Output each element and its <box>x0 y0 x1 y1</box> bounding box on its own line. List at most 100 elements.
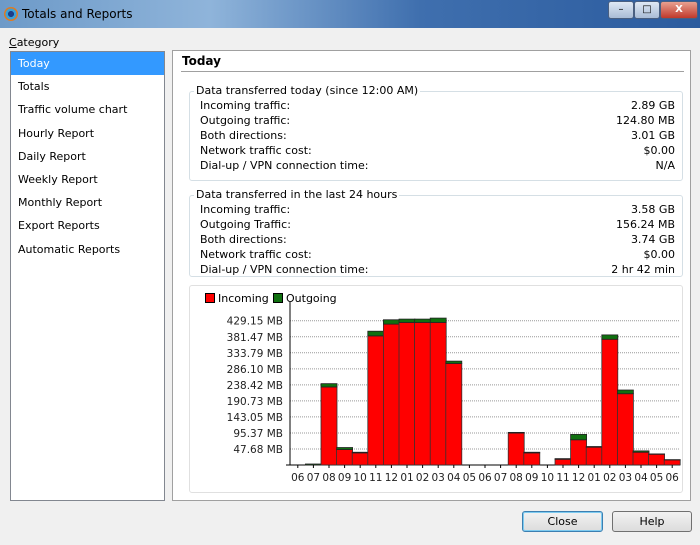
bar-outgoing <box>382 319 400 325</box>
bar-outgoing <box>320 383 338 388</box>
page-title: Today <box>182 54 221 68</box>
stat-value: 3.01 GB <box>630 129 675 142</box>
x-tick-label: 07 <box>494 472 507 484</box>
help-button[interactable]: Help <box>612 511 692 532</box>
sidebar-item-traffic-volume-chart[interactable]: Traffic volume chart <box>11 98 164 121</box>
bar-incoming <box>382 323 400 466</box>
x-tick-label: 03 <box>432 472 445 484</box>
category-list[interactable]: Today Totals Traffic volume chart Hourly Re… <box>10 51 165 501</box>
x-tick-label: 12 <box>385 472 398 484</box>
stat-value: $0.00 <box>643 248 676 261</box>
bar-outgoing <box>414 318 432 323</box>
x-tick-label: 09 <box>525 472 538 484</box>
bar-incoming <box>445 363 463 466</box>
x-tick-label: 02 <box>603 472 616 484</box>
bar-outgoing <box>523 451 541 454</box>
bar-outgoing <box>616 389 634 395</box>
sidebar-item-today[interactable]: Today <box>11 52 164 76</box>
stat-label: Network traffic cost: <box>200 248 312 261</box>
stat-value: N/A <box>655 159 675 172</box>
stat-label: Dial-up / VPN connection time: <box>200 159 369 172</box>
stat-row: Both directions: 3.01 GB <box>200 129 675 144</box>
stat-value: 3.58 GB <box>630 203 675 216</box>
stat-value: 2 hr 42 min <box>611 263 675 276</box>
last24-group-title: Data transferred in the last 24 hours <box>194 188 400 201</box>
x-tick-label: 08 <box>510 472 523 484</box>
bar-outgoing <box>632 450 650 453</box>
stat-row: Dial-up / VPN connection time: N/A <box>200 159 675 174</box>
bar-incoming <box>336 449 354 466</box>
category-label-text: ategory <box>16 36 60 49</box>
close-button[interactable]: Close <box>522 511 603 532</box>
sidebar-item-totals[interactable]: Totals <box>11 75 164 98</box>
bar-outgoing <box>507 431 525 434</box>
y-tick-label: 47.68 MB <box>233 444 283 456</box>
bar-incoming <box>367 335 385 466</box>
y-tick-label: 190.73 MB <box>227 396 283 408</box>
title-bar[interactable]: Totals and Reports – □ X <box>0 0 700 28</box>
bar-incoming <box>414 322 432 466</box>
x-tick-label: 12 <box>572 472 585 484</box>
x-tick-label: 10 <box>541 472 554 484</box>
stat-row: Network traffic cost: $0.00 <box>200 144 675 159</box>
chart-canvas: 47.68 MB 95.37 MB 143.05 MB 190.73 MB 238.42… <box>227 302 681 484</box>
sidebar-item-export-reports[interactable]: Export Reports <box>11 214 164 237</box>
sidebar-item-hourly-report[interactable]: Hourly Report <box>11 122 164 145</box>
x-tick-label: 11 <box>369 472 382 484</box>
stat-row: Network traffic cost: $0.00 <box>200 248 675 263</box>
sidebar-item-automatic-reports[interactable]: Automatic Reports <box>11 238 164 261</box>
x-tick-label: 05 <box>463 472 476 484</box>
window-close-button[interactable]: X <box>660 1 698 19</box>
x-tick-label: 07 <box>307 472 320 484</box>
stat-value: 156.24 MB <box>615 218 675 231</box>
bar-outgoing <box>305 463 322 466</box>
bar-incoming <box>429 322 447 466</box>
last24-group: Data transferred in the last 24 hours In… <box>189 188 683 277</box>
bar-outgoing <box>554 458 572 460</box>
report-panel: Today Data transferred today (since 12:0… <box>172 50 691 501</box>
bar-incoming <box>320 386 338 466</box>
bar-outgoing <box>570 434 588 441</box>
bar-outgoing <box>398 318 416 323</box>
title-divider <box>181 71 684 72</box>
stat-label: Incoming traffic: <box>200 203 291 216</box>
y-tick-label: 143.05 MB <box>227 412 283 424</box>
x-tick-label: 06 <box>666 472 680 484</box>
bar-outgoing <box>601 334 619 340</box>
category-label-accel: C <box>9 36 17 49</box>
x-tick-label: 05 <box>650 472 663 484</box>
stat-row: Incoming traffic: 3.58 GB <box>200 203 675 218</box>
stat-label: Incoming traffic: <box>200 99 291 112</box>
bar-incoming <box>632 451 650 466</box>
bar-incoming <box>507 432 525 466</box>
bar-outgoing <box>367 330 385 337</box>
stat-value: $0.00 <box>643 144 676 157</box>
x-tick-label: 09 <box>338 472 351 484</box>
bar-incoming <box>554 458 572 466</box>
sidebar-item-monthly-report[interactable]: Monthly Report <box>11 191 164 214</box>
today-group-title: Data transferred today (since 12:00 AM) <box>194 84 421 97</box>
bar-incoming <box>616 393 634 466</box>
maximize-button[interactable]: □ <box>634 1 660 19</box>
y-tick-label: 95.37 MB <box>233 428 283 440</box>
sidebar-item-daily-report[interactable]: Daily Report <box>11 145 164 168</box>
x-tick-label: 02 <box>416 472 429 484</box>
traffic-chart: Incoming Outgoing 47.68 MB 95.37 MB 143.05… <box>189 285 683 493</box>
stat-label: Network traffic cost: <box>200 144 312 157</box>
bar-incoming <box>523 452 541 466</box>
stat-row: Outgoing traffic: 124.80 MB <box>200 114 675 129</box>
sidebar-item-weekly-report[interactable]: Weekly Report <box>11 168 164 191</box>
x-tick-label: 11 <box>556 472 569 484</box>
y-tick-label: 381.47 MB <box>227 332 283 344</box>
x-tick-label: 03 <box>619 472 632 484</box>
stat-label: Outgoing traffic: <box>200 114 291 127</box>
stat-label: Outgoing Traffic: <box>200 218 291 231</box>
minimize-button[interactable]: – <box>608 1 634 19</box>
stat-label: Both directions: <box>200 233 287 246</box>
window-title: Totals and Reports <box>22 7 133 21</box>
stat-row: Both directions: 3.74 GB <box>200 233 675 248</box>
bar-incoming <box>570 439 588 466</box>
bar-incoming <box>648 453 666 466</box>
y-tick-label: 286.10 MB <box>227 364 283 376</box>
y-tick-label: 429.15 MB <box>227 316 283 328</box>
